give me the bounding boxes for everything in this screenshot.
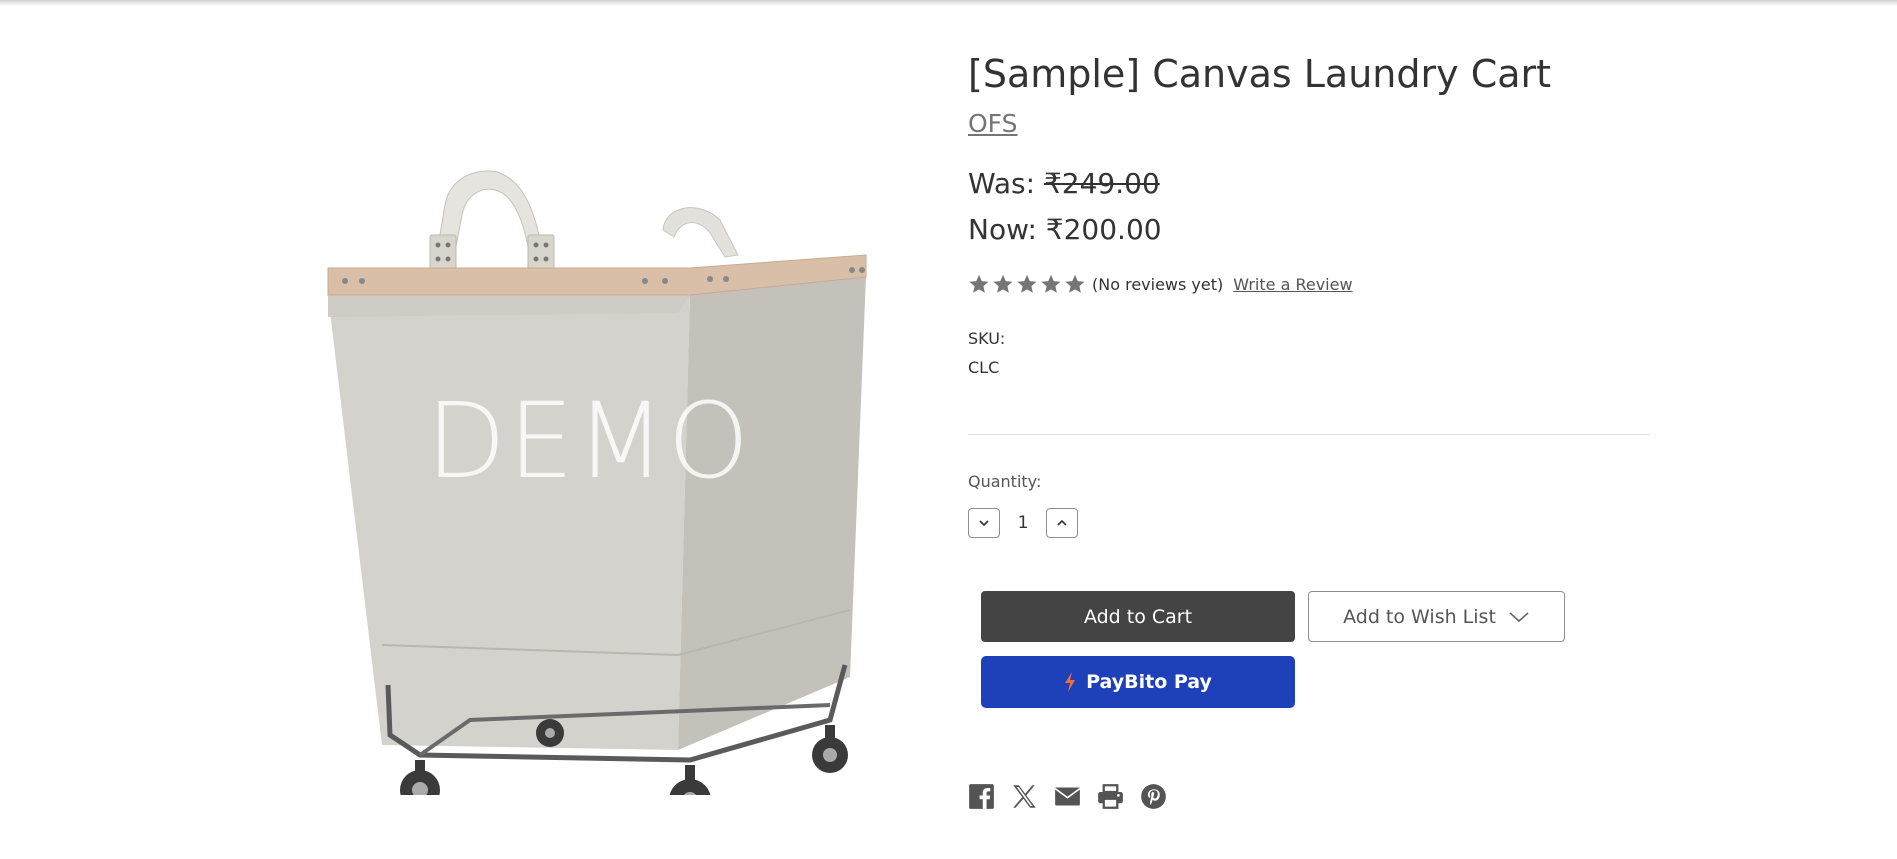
add-to-wishlist-label: Add to Wish List bbox=[1343, 605, 1496, 628]
demo-watermark: DEMO bbox=[426, 380, 752, 502]
chevron-up-icon bbox=[1057, 519, 1067, 526]
write-review-link[interactable]: Write a Review bbox=[1233, 275, 1352, 294]
quantity-increase-button[interactable] bbox=[1046, 508, 1078, 538]
product-title: [Sample] Canvas Laundry Cart bbox=[968, 52, 1552, 96]
rating-stars bbox=[968, 273, 1088, 295]
price-now-label: Now: bbox=[968, 213, 1037, 246]
product-image[interactable]: DEMO bbox=[270, 55, 930, 821]
star-icon bbox=[969, 274, 989, 293]
x-twitter-icon[interactable] bbox=[1011, 783, 1038, 810]
price-was-label: Was: bbox=[968, 167, 1036, 200]
pinterest-icon[interactable] bbox=[1140, 783, 1167, 810]
price-now-value: ₹200.00 bbox=[1045, 213, 1162, 246]
add-to-cart-button[interactable]: Add to Cart bbox=[981, 591, 1295, 642]
quantity-decrease-button[interactable] bbox=[968, 508, 1000, 538]
rating-row: (No reviews yet) Write a Review bbox=[968, 273, 1353, 295]
print-icon[interactable] bbox=[1097, 783, 1124, 810]
paybito-pay-button[interactable]: PayBito Pay bbox=[981, 656, 1295, 708]
star-icon bbox=[1017, 274, 1037, 293]
price-was: Was: ₹249.00 bbox=[968, 167, 1160, 200]
facebook-icon[interactable] bbox=[968, 783, 995, 810]
paybito-pay-label: PayBito Pay bbox=[1086, 671, 1212, 693]
quantity-input[interactable]: 1 bbox=[1000, 513, 1046, 533]
star-icon bbox=[993, 274, 1013, 293]
star-icon bbox=[1041, 274, 1061, 293]
star-icon bbox=[1065, 274, 1085, 293]
sku-label: SKU: bbox=[968, 329, 1006, 348]
quantity-stepper: 1 bbox=[968, 508, 1078, 538]
brand-link[interactable]: OFS bbox=[968, 109, 1018, 138]
quantity-label: Quantity: bbox=[968, 472, 1042, 491]
chevron-down-icon bbox=[979, 520, 989, 527]
sku-value: CLC bbox=[968, 358, 1000, 377]
email-icon[interactable] bbox=[1054, 783, 1081, 810]
bolt-icon bbox=[1065, 672, 1076, 692]
chevron-down-icon bbox=[1509, 611, 1529, 622]
price-now: Now: ₹200.00 bbox=[968, 213, 1162, 246]
divider bbox=[968, 434, 1650, 435]
reviews-count: (No reviews yet) bbox=[1092, 274, 1224, 294]
header-shadow bbox=[0, 0, 1897, 6]
price-was-value: ₹249.00 bbox=[1043, 167, 1160, 200]
share-icons bbox=[968, 783, 1183, 810]
add-to-wishlist-button[interactable]: Add to Wish List bbox=[1308, 591, 1565, 642]
